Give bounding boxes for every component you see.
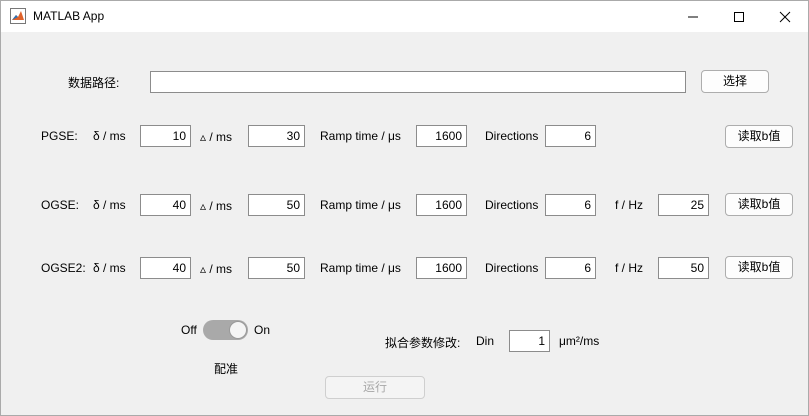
ogse-delta-input[interactable]: 40 xyxy=(140,194,191,216)
ogse-ramp-input[interactable]: 1600 xyxy=(416,194,467,216)
toggle-on-label: On xyxy=(254,323,271,337)
ogse-big-delta-input[interactable]: 50 xyxy=(248,194,305,216)
pgse-read-bvalue-button[interactable]: 读取b值 xyxy=(725,125,793,148)
ogse-frequency-input[interactable]: 25 xyxy=(658,194,709,216)
ogse2-directions-label: Directions xyxy=(485,261,539,275)
toggle-off-label: Off xyxy=(181,323,197,337)
registration-caption: 配准 xyxy=(214,362,239,376)
din-unit-label: μm²/ms xyxy=(559,334,600,348)
matlab-logo-icon xyxy=(10,8,26,24)
ogse-frequency-label: f / Hz xyxy=(615,198,644,212)
ogse2-read-bvalue-button[interactable]: 读取b值 xyxy=(725,256,793,279)
ogse2-delta-input[interactable]: 40 xyxy=(140,257,191,279)
ogse2-frequency-label: f / Hz xyxy=(615,261,644,275)
ogse2-big-delta-label: ▵ / ms xyxy=(200,262,233,276)
ogse-ramp-label: Ramp time / μs xyxy=(320,198,401,212)
minimize-button[interactable] xyxy=(670,1,716,32)
ogse2-ramp-input[interactable]: 1600 xyxy=(416,257,467,279)
data-path-input[interactable] xyxy=(150,71,686,93)
maximize-icon xyxy=(734,11,744,22)
ogse-label: OGSE: xyxy=(41,198,80,212)
registration-toggle[interactable] xyxy=(203,320,248,340)
data-path-label: 数据路径: xyxy=(68,76,120,90)
ogse-directions-input[interactable]: 6 xyxy=(545,194,596,216)
fit-params-label: 拟合参数修改: xyxy=(385,336,461,350)
maximize-button[interactable] xyxy=(716,1,762,32)
window-title: MATLAB App xyxy=(33,9,105,23)
pgse-ramp-input[interactable]: 1600 xyxy=(416,125,467,147)
ogse2-label: OGSE2: xyxy=(41,261,86,275)
din-input[interactable]: 1 xyxy=(509,330,550,352)
run-button[interactable]: 运行 xyxy=(325,376,425,399)
close-icon xyxy=(779,11,791,22)
pgse-label: PGSE: xyxy=(41,129,78,143)
ogse2-frequency-input[interactable]: 50 xyxy=(658,257,709,279)
pgse-delta-input[interactable]: 10 xyxy=(140,125,191,147)
ogse-delta-label: δ / ms xyxy=(93,198,126,212)
pgse-big-delta-input[interactable]: 30 xyxy=(248,125,305,147)
toggle-knob xyxy=(229,321,247,339)
pgse-ramp-label: Ramp time / μs xyxy=(320,129,401,143)
ogse2-ramp-label: Ramp time / μs xyxy=(320,261,401,275)
ogse-read-bvalue-button[interactable]: 读取b值 xyxy=(725,193,793,216)
ogse2-delta-label: δ / ms xyxy=(93,261,126,275)
ogse-big-delta-label: ▵ / ms xyxy=(200,199,233,213)
app-window: MATLAB App 数据路径: 选择 PGSE: δ / ms 10 ▵ / … xyxy=(0,0,809,416)
title-bar: MATLAB App xyxy=(1,1,808,32)
close-button[interactable] xyxy=(762,1,808,32)
ogse-directions-label: Directions xyxy=(485,198,539,212)
ogse2-directions-input[interactable]: 6 xyxy=(545,257,596,279)
pgse-directions-label: Directions xyxy=(485,129,539,143)
pgse-delta-label: δ / ms xyxy=(93,129,126,143)
select-path-button[interactable]: 选择 xyxy=(701,70,769,93)
pgse-big-delta-label: ▵ / ms xyxy=(200,130,233,144)
minimize-icon xyxy=(688,16,698,17)
pgse-directions-input[interactable]: 6 xyxy=(545,125,596,147)
ogse2-big-delta-input[interactable]: 50 xyxy=(248,257,305,279)
din-label: Din xyxy=(476,334,495,348)
